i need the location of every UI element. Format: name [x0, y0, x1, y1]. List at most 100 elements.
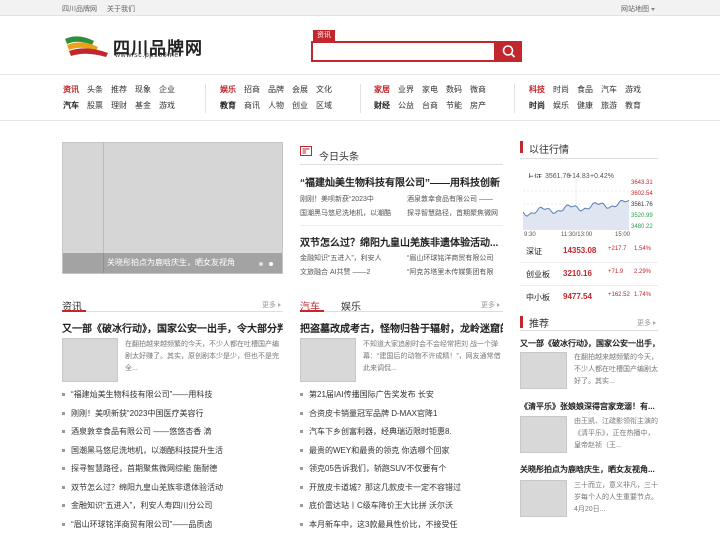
auto-lead-title[interactable]: 把盗墓改成考古，怪物归咎于辐射，龙岭迷窟的... [300, 320, 503, 335]
nav-item[interactable]: 游戏 [625, 83, 641, 96]
list-item[interactable]: 酒泉敦幸食品有限公司 ——悠悠杏香 滴 [62, 425, 283, 438]
nav-item[interactable]: 理财 [111, 99, 127, 112]
nav-item[interactable]: 娱乐 [220, 83, 236, 96]
top-link-home[interactable]: 四川品牌网 [62, 6, 97, 13]
image-slider[interactable]: 关晓彤拍点为鹿晗庆生，晒女友视角 [62, 142, 283, 274]
headline-2-sub[interactable]: 文旅融合 AI共赞 ——2 [300, 267, 400, 277]
search-input[interactable] [311, 41, 496, 62]
nav-item[interactable]: 数码 [446, 83, 462, 96]
headline-1-sub[interactable]: 探寻智慧路径，首期聚焦微网 [407, 208, 503, 218]
slider-caption[interactable]: 关晓彤拍点为鹿晗庆生，晒女友视角 [107, 257, 235, 268]
nav-item[interactable]: 台商 [422, 99, 438, 112]
nav-item[interactable]: 招商 [244, 83, 260, 96]
list-item[interactable]: “眉山环球铭洋商贸有限公司”——品质卤 [62, 518, 283, 531]
headline-2-sub[interactable]: 金融知识“五进入”，利安人 [300, 253, 400, 263]
level-label: 3561.76 [631, 202, 653, 208]
list-item[interactable]: 最贵的WEY和最贵的领克 你选哪个回家 [300, 444, 503, 457]
headline-2-sub[interactable]: “阿克苏塔里木传媒集团有限 [407, 267, 503, 277]
nav-item[interactable]: 商讯 [244, 99, 260, 112]
nav-item[interactable]: 现象 [135, 83, 151, 96]
list-item[interactable]: 汽车下乡创富利器，经典瑞迈限时钜惠8. [300, 425, 503, 438]
nav-item[interactable]: 会展 [292, 83, 308, 96]
nav-item[interactable]: 家居 [374, 83, 390, 96]
intraday-chart[interactable] [523, 178, 629, 230]
nav-item[interactable]: 业界 [398, 83, 414, 96]
recommend-thumbnail[interactable] [520, 416, 567, 453]
logo-url: www.sc.pp188.net [115, 52, 182, 59]
headline-1-sub[interactable]: 国潮黑马悠尼洗地机，以潮酷 [300, 208, 400, 218]
search-tab[interactable]: 资讯 [313, 30, 335, 41]
top-link-about[interactable]: 关于我们 [107, 6, 135, 13]
time-label: 11:30/13:00 [561, 232, 593, 238]
recommend-thumbnail[interactable] [520, 480, 567, 517]
nav-item[interactable]: 股票 [87, 99, 103, 112]
nav-item[interactable]: 财经 [374, 99, 390, 112]
nav-item[interactable]: 汽车 [63, 99, 79, 112]
list-item[interactable]: 底价雷达站丨C级车降价王大比拼 沃尔沃 [300, 499, 503, 512]
recommend-lead-title[interactable]: 又一部《破冰行动》，国家公安一出手，令大部分判 [520, 338, 658, 349]
nav-item[interactable]: 企业 [159, 83, 175, 96]
list-item[interactable]: 领克05告诉我们，轿跑SUV不仅要有个 [300, 462, 503, 475]
recommend-item-title[interactable]: 关晓彤拍点为鹿晗庆生，晒女友视角... [520, 464, 658, 475]
list-item[interactable]: 金融知识“五进入”，利安人寿四川分公司 [62, 499, 283, 512]
list-item[interactable]: 国潮黑马悠尼洗地机，以潮酷科技提升生活 [62, 444, 283, 457]
nav-item[interactable]: 教育 [625, 99, 641, 112]
nav-item[interactable]: 创业 [292, 99, 308, 112]
sitemap-link[interactable]: 网站地图 [621, 4, 655, 14]
nav-item[interactable]: 旅游 [601, 99, 617, 112]
nav-item[interactable]: 区域 [316, 99, 332, 112]
nav-divider [205, 84, 206, 113]
nav-item[interactable]: 文化 [316, 83, 332, 96]
headline-1-sub[interactable]: 刚刚！美呗新获“2023中 [300, 194, 400, 204]
nav-group-2: 娱乐 招商 品牌 会展 文化 教育 商讯 人物 创业 区域 [220, 83, 340, 115]
nav-item[interactable]: 科技 [529, 83, 545, 96]
top-bar: 四川品牌网 关于我们 网站地图 [0, 0, 720, 16]
nav-item[interactable]: 基金 [135, 99, 151, 112]
list-item[interactable]: 刚刚！美呗新获“2023中国医疗美容行 [62, 407, 283, 420]
nav-item[interactable]: 教育 [220, 99, 236, 112]
recommend-thumbnail[interactable] [520, 352, 567, 389]
auto-thumbnail[interactable] [300, 338, 356, 382]
list-item[interactable]: 双节怎么过？绵阳九皇山羌族非遗体验活动 [62, 481, 283, 494]
nav-item[interactable]: 健康 [577, 99, 593, 112]
headline-1-title[interactable]: “福建灿美生物科技有限公司”——用科技创新 [300, 174, 503, 189]
nav-item[interactable]: 资讯 [63, 83, 79, 96]
nav-item[interactable]: 时尚 [553, 83, 569, 96]
recommend-item-title[interactable]: 《清平乐》张娘娘深得宫家宠溺！有... [520, 401, 658, 412]
list-item[interactable]: 本月新车中，这3款最具性价比，不接受任 [300, 518, 503, 531]
list-item[interactable]: 探寻智慧路径，首期聚焦微网综能 施耐德 [62, 462, 283, 475]
site-logo[interactable]: 四川品牌网 www.sc.pp188.net [64, 34, 214, 61]
nav-item[interactable]: 娱乐 [553, 99, 569, 112]
headline-2-title[interactable]: 双节怎么过？绵阳九皇山羌族非遗体验活动... [300, 234, 503, 249]
nav-item[interactable]: 推荐 [111, 83, 127, 96]
auto-more-link[interactable]: 更多 [481, 300, 500, 310]
nav-item[interactable]: 节能 [446, 99, 462, 112]
news-more-link[interactable]: 更多 [262, 300, 281, 310]
nav-item[interactable]: 汽车 [601, 83, 617, 96]
list-item[interactable]: 第21届IAI传播国际广告奖发布 长安 [300, 388, 503, 401]
news-lead-title[interactable]: 又一部《破冰行动》，国家公安一出手，令大部分判 [62, 320, 283, 335]
section-divider [520, 330, 658, 331]
nav-item[interactable]: 游戏 [159, 99, 175, 112]
slider-dot-active[interactable] [269, 262, 273, 266]
list-item[interactable]: 开放皮卡道城？那这几款皮卡一定不容错过 [300, 481, 503, 494]
nav-item[interactable]: 品牌 [268, 83, 284, 96]
list-item[interactable]: “福建灿美生物科技有限公司”——用科技 [62, 388, 283, 401]
list-item[interactable]: 合资皮卡销量冠军品牌 D-MAX官降1 [300, 407, 503, 420]
headline-1-sub[interactable]: 酒泉敦幸食品有限公司 —— [407, 194, 503, 204]
nav-item[interactable]: 人物 [268, 99, 284, 112]
nav-item[interactable]: 时尚 [529, 99, 545, 112]
section-divider [62, 311, 283, 312]
search-button[interactable] [496, 41, 522, 62]
nav-item[interactable]: 头条 [87, 83, 103, 96]
nav-item[interactable]: 食品 [577, 83, 593, 96]
headline-2-sub[interactable]: “眉山环球铭洋商贸有限公司 [407, 253, 503, 263]
recommend-more-link[interactable]: 更多 [637, 318, 656, 328]
nav-item[interactable]: 公益 [398, 99, 414, 112]
slider-dot[interactable] [259, 262, 263, 266]
section-divider [520, 158, 658, 159]
news-thumbnail[interactable] [62, 338, 118, 382]
nav-item[interactable]: 微商 [470, 83, 486, 96]
nav-item[interactable]: 房产 [470, 99, 486, 112]
nav-item[interactable]: 家电 [422, 83, 438, 96]
